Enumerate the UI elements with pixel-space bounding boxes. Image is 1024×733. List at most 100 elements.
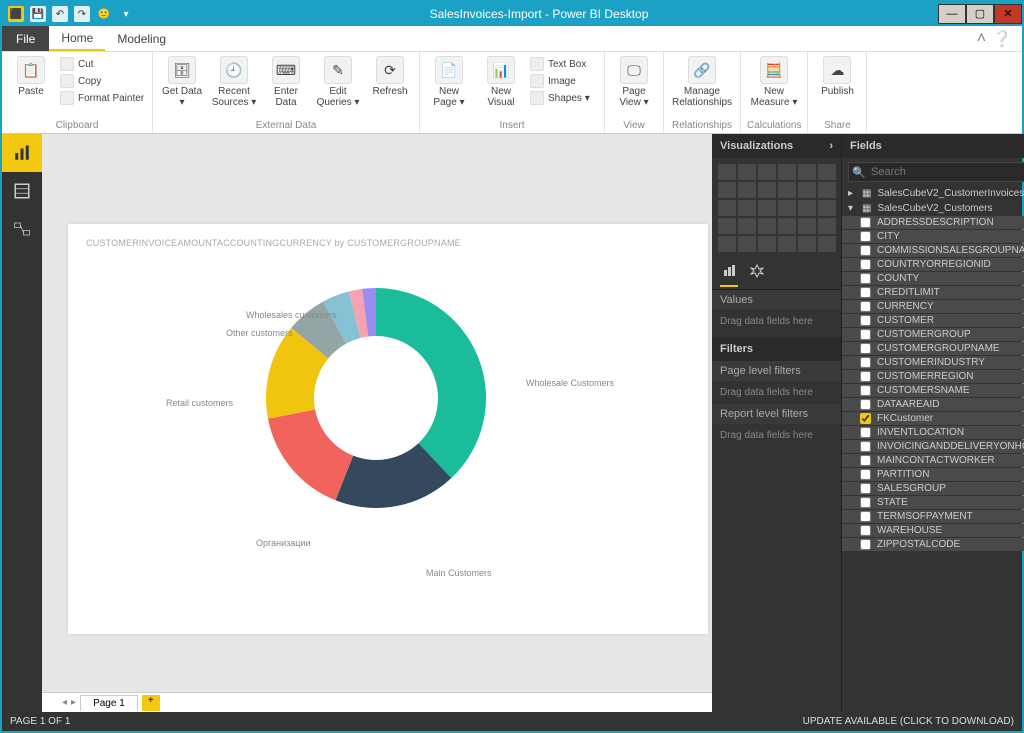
viz-type-icon[interactable]: [798, 236, 816, 252]
viz-type-icon[interactable]: [778, 200, 796, 216]
home-tab[interactable]: Home: [49, 26, 105, 51]
redo-icon[interactable]: ↷: [74, 6, 90, 22]
field-item[interactable]: INVOICINGANDDELIVERYONHOLD: [842, 440, 1024, 453]
viz-type-icon[interactable]: [718, 164, 736, 180]
viz-type-icon[interactable]: [758, 182, 776, 198]
field-item[interactable]: CUSTOMERSNAME: [842, 384, 1024, 397]
field-checkbox[interactable]: [860, 343, 871, 354]
field-item[interactable]: COUNTY: [842, 272, 1024, 285]
format-painter-button[interactable]: Format Painter: [60, 90, 146, 106]
viz-type-icon[interactable]: [818, 236, 836, 252]
textbox-button[interactable]: Text Box: [530, 56, 598, 72]
copy-button[interactable]: Copy: [60, 73, 128, 89]
viz-type-icon[interactable]: [738, 200, 756, 216]
field-checkbox[interactable]: [860, 497, 871, 508]
help-icon[interactable]: ❔: [992, 29, 1012, 49]
viz-type-icon[interactable]: [718, 200, 736, 216]
edit-queries-button[interactable]: ✎Edit Queries ▾: [315, 56, 361, 108]
new-measure-button[interactable]: 🧮New Measure ▾: [747, 56, 801, 108]
collapse-pane-icon[interactable]: ›: [829, 140, 833, 152]
field-checkbox[interactable]: [860, 371, 871, 382]
fields-search-input[interactable]: [848, 162, 1024, 182]
close-button[interactable]: ✕: [994, 4, 1022, 24]
field-checkbox[interactable]: [860, 413, 871, 424]
field-checkbox[interactable]: [860, 441, 871, 452]
field-item[interactable]: CUSTOMER: [842, 314, 1024, 327]
field-checkbox[interactable]: [860, 301, 871, 312]
save-icon[interactable]: 💾: [30, 6, 46, 22]
donut-slice[interactable]: [268, 410, 353, 501]
viz-type-icon[interactable]: [818, 200, 836, 216]
viz-type-icon[interactable]: [778, 236, 796, 252]
report-filters-dropzone[interactable]: Drag data fields here: [712, 424, 841, 447]
field-checkbox[interactable]: [860, 287, 871, 298]
field-item[interactable]: INVENTLOCATION: [842, 426, 1024, 439]
report-view-button[interactable]: [2, 134, 42, 172]
new-visual-button[interactable]: 📊New Visual: [478, 56, 524, 108]
field-checkbox[interactable]: [860, 483, 871, 494]
smiley-icon[interactable]: 🙂: [96, 6, 112, 22]
image-button[interactable]: Image: [530, 73, 598, 89]
viz-type-icon[interactable]: [738, 236, 756, 252]
viz-type-icon[interactable]: [798, 200, 816, 216]
viz-type-icon[interactable]: [818, 218, 836, 234]
field-checkbox[interactable]: [860, 217, 871, 228]
field-item[interactable]: COUNTRYORREGIONID: [842, 258, 1024, 271]
field-item[interactable]: CUSTOMERINDUSTRY: [842, 356, 1024, 369]
report-canvas[interactable]: CUSTOMERINVOICEAMOUNTACCOUNTINGCURRENCY …: [68, 224, 708, 634]
field-item[interactable]: CUSTOMERREGION: [842, 370, 1024, 383]
qat-dropdown-icon[interactable]: ▾: [118, 6, 134, 22]
minimize-button[interactable]: —: [938, 4, 966, 24]
model-view-button[interactable]: [2, 210, 42, 248]
file-tab[interactable]: File: [2, 26, 49, 51]
viz-type-icon[interactable]: [758, 218, 776, 234]
field-checkbox[interactable]: [860, 427, 871, 438]
page-view-button[interactable]: 🖵Page View ▾: [611, 56, 657, 108]
get-data-button[interactable]: 🗄Get Data ▾: [159, 56, 205, 108]
add-page-button[interactable]: +: [142, 695, 160, 711]
field-checkbox[interactable]: [860, 511, 871, 522]
format-subtab[interactable]: [748, 260, 766, 287]
undo-icon[interactable]: ↶: [52, 6, 68, 22]
field-item[interactable]: CURRENCY: [842, 300, 1024, 313]
viz-type-icon[interactable]: [798, 182, 816, 198]
viz-type-icon[interactable]: [758, 236, 776, 252]
viz-type-icon[interactable]: [778, 164, 796, 180]
viz-type-icon[interactable]: [758, 164, 776, 180]
page-tab[interactable]: Page 1: [80, 695, 138, 711]
field-item[interactable]: DATAAREAID: [842, 398, 1024, 411]
field-checkbox[interactable]: [860, 469, 871, 480]
field-checkbox[interactable]: [860, 259, 871, 270]
viz-type-icon[interactable]: [738, 218, 756, 234]
cut-button[interactable]: Cut: [60, 56, 128, 72]
collapse-ribbon-icon[interactable]: ˄: [977, 30, 986, 48]
data-view-button[interactable]: [2, 172, 42, 210]
field-checkbox[interactable]: [860, 273, 871, 284]
field-item[interactable]: MAINCONTACTWORKER: [842, 454, 1024, 467]
viz-type-icon[interactable]: [738, 182, 756, 198]
field-checkbox[interactable]: [860, 231, 871, 242]
viz-type-icon[interactable]: [718, 182, 736, 198]
update-available-link[interactable]: UPDATE AVAILABLE (CLICK TO DOWNLOAD): [803, 716, 1014, 727]
field-checkbox[interactable]: [860, 315, 871, 326]
field-item[interactable]: CUSTOMERGROUPNAME: [842, 342, 1024, 355]
field-item[interactable]: CREDITLIMIT: [842, 286, 1024, 299]
viz-type-icon[interactable]: [818, 182, 836, 198]
maximize-button[interactable]: ▢: [966, 4, 994, 24]
field-checkbox[interactable]: [860, 539, 871, 550]
field-item[interactable]: COMMISSIONSALESGROUPNAME: [842, 244, 1024, 257]
field-checkbox[interactable]: [860, 399, 871, 410]
field-item[interactable]: CUSTOMERGROUP: [842, 328, 1024, 341]
publish-button[interactable]: ☁Publish: [814, 56, 860, 97]
viz-type-icon[interactable]: [758, 200, 776, 216]
fields-subtab[interactable]: [720, 260, 738, 287]
field-item[interactable]: SALESGROUP: [842, 482, 1024, 495]
field-checkbox[interactable]: [860, 385, 871, 396]
viz-type-icon[interactable]: [798, 218, 816, 234]
table-node[interactable]: ▸▦SalesCubeV2_CustomerInvoices: [842, 186, 1024, 201]
field-item[interactable]: WAREHOUSE: [842, 524, 1024, 537]
field-checkbox[interactable]: [860, 525, 871, 536]
field-item[interactable]: PARTITION: [842, 468, 1024, 481]
viz-type-icon[interactable]: [718, 218, 736, 234]
field-checkbox[interactable]: [860, 357, 871, 368]
